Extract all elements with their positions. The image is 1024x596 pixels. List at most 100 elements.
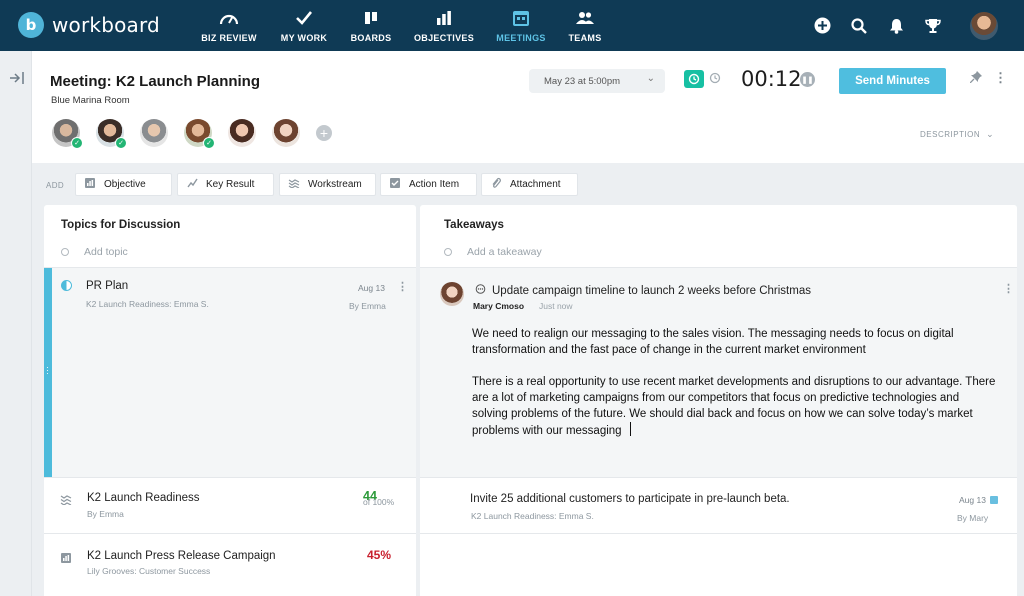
gauge-icon	[219, 8, 239, 28]
meeting-date: May 23 at 5:00pm	[544, 75, 621, 87]
add-topic-placeholder: Add topic	[84, 246, 128, 258]
people-icon	[576, 8, 594, 28]
nav-meetings[interactable]: MEETINGS	[496, 8, 546, 46]
check-icon	[295, 8, 313, 28]
topic-title: K2 Launch Readiness	[87, 492, 200, 504]
divider	[44, 533, 416, 534]
timer-history-icon[interactable]	[709, 72, 721, 87]
takeaway-time: Just now	[539, 301, 573, 311]
topic-subtitle: K2 Launch Readiness: Emma S.	[86, 299, 209, 309]
more-options-icon[interactable]: ⋮	[1003, 282, 1014, 295]
add-objective-button[interactable]: Objective	[75, 173, 172, 196]
paperclip-icon	[490, 177, 502, 192]
comment-icon	[475, 284, 486, 298]
add-label: ADD	[46, 181, 65, 190]
takeaway-body-editor[interactable]: We need to realign our messaging to the …	[472, 326, 997, 439]
add-button-label: Key Result	[206, 179, 255, 190]
check-icon: ✓	[115, 137, 127, 149]
attendee-avatar[interactable]: ✓	[96, 119, 127, 149]
attendee-avatar[interactable]	[140, 119, 168, 147]
date-dropdown[interactable]: May 23 at 5:00pm ⌄	[529, 69, 665, 93]
timer-clock-icon[interactable]	[684, 70, 704, 88]
send-minutes-button[interactable]: Send Minutes	[839, 68, 946, 94]
add-action-item-button[interactable]: Action Item	[380, 173, 477, 196]
takeaways-title: Takeaways	[444, 219, 504, 231]
chevron-down-icon: ⌄	[646, 73, 655, 84]
left-rail	[0, 51, 32, 596]
more-options-icon[interactable]: ⋮	[397, 280, 408, 293]
half-circle-status-icon	[61, 280, 72, 291]
takeaways-panel: Takeaways Add a takeaway Update campaign…	[420, 205, 1017, 596]
nav-label: OBJECTIVES	[414, 33, 475, 43]
top-nav: b workboard BIZ REVIEW MY WORK BOARDS OB…	[0, 0, 1024, 51]
drag-handle-icon[interactable]: · · ·	[46, 363, 49, 378]
attendee-avatar[interactable]: ✓	[184, 119, 215, 149]
topics-panel: Topics for Discussion Add topic · · · PR P…	[44, 205, 416, 596]
attendee-avatar[interactable]: ✓	[52, 119, 83, 149]
check-icon: ✓	[203, 137, 215, 149]
topic-item-selected[interactable]: · · · PR Plan K2 Launch Readiness: Emma S.…	[44, 268, 416, 477]
avatar	[968, 9, 1000, 42]
user-avatar[interactable]	[966, 0, 1002, 51]
add-attendee-icon[interactable]: +	[316, 125, 332, 141]
expand-sidebar-icon[interactable]	[9, 71, 25, 87]
topic-date: Aug 13	[358, 283, 385, 293]
nav-teams[interactable]: TEAMS	[568, 8, 602, 46]
pause-icon[interactable]: ❚❚	[800, 72, 815, 87]
add-topic-input[interactable]: Add topic	[61, 246, 128, 258]
nav-label: MEETINGS	[496, 33, 546, 43]
add-circle-icon[interactable]	[812, 0, 832, 51]
takeaway-title: Invite 25 additional customers to partic…	[470, 493, 790, 505]
attendee-avatar[interactable]	[228, 119, 256, 147]
divider	[44, 477, 416, 478]
page-title: Meeting: K2 Launch Planning	[50, 73, 261, 90]
text-cursor	[629, 422, 631, 436]
takeaway-date: Aug 13	[959, 495, 986, 505]
checkbox-icon	[389, 178, 401, 191]
progress-of: of 100%	[363, 497, 395, 507]
nav-label: TEAMS	[568, 33, 602, 43]
topic-subtitle: By Emma	[87, 509, 124, 519]
objective-icon	[61, 550, 71, 568]
bell-icon[interactable]	[886, 0, 906, 51]
topic-title: K2 Launch Press Release Campaign	[87, 550, 276, 562]
workstream-icon	[288, 178, 300, 191]
takeaway-author: Mary Cmoso	[473, 301, 525, 311]
add-workstream-button[interactable]: Workstream	[279, 173, 376, 196]
status-icon	[989, 496, 998, 504]
description-toggle[interactable]: DESCRIPTION ⌄	[920, 129, 994, 140]
takeaway-item-selected[interactable]: Update campaign timeline to launch 2 wee…	[420, 268, 1017, 477]
nav-my-work[interactable]: MY WORK	[280, 8, 328, 46]
trophy-icon[interactable]	[923, 0, 943, 51]
attendee-avatar[interactable]	[272, 119, 300, 147]
nav-label: BIZ REVIEW	[201, 33, 257, 43]
objective-icon	[84, 178, 96, 191]
logo-mark: b	[18, 12, 44, 38]
add-attachment-button[interactable]: Attachment	[481, 173, 578, 196]
workstream-icon	[60, 492, 72, 510]
logo[interactable]: b workboard	[18, 12, 160, 38]
more-options-icon[interactable]: ⋮	[994, 71, 1007, 85]
meeting-header: Meeting: K2 Launch Planning Blue Marina …	[32, 51, 1024, 163]
add-takeaway-input[interactable]: Add a takeaway	[444, 246, 542, 258]
topic-author: By Emma	[349, 301, 386, 311]
boards-icon	[364, 8, 378, 28]
takeaway-subtitle: K2 Launch Readiness: Emma S.	[471, 511, 594, 521]
add-takeaway-placeholder: Add a takeaway	[467, 246, 542, 258]
add-key-result-button[interactable]: Key Result	[177, 173, 274, 196]
add-button-label: Action Item	[409, 179, 460, 190]
divider	[420, 533, 1017, 534]
nav-label: MY WORK	[280, 33, 328, 43]
nav-label: BOARDS	[350, 33, 392, 43]
topic-title: PR Plan	[86, 280, 129, 292]
pin-icon[interactable]	[969, 71, 982, 86]
divider	[420, 477, 1017, 478]
search-icon[interactable]	[849, 0, 869, 51]
nav-objectives[interactable]: OBJECTIVES	[414, 8, 474, 46]
nav-boards[interactable]: BOARDS	[350, 8, 392, 46]
nav-biz-review[interactable]: BIZ REVIEW	[201, 8, 257, 46]
meeting-timer: 00:12	[741, 67, 802, 91]
takeaway-title: Update campaign timeline to launch 2 wee…	[492, 285, 811, 297]
topic-subtitle: Lily Grooves: Customer Success	[87, 566, 211, 576]
key-result-icon	[186, 178, 198, 191]
